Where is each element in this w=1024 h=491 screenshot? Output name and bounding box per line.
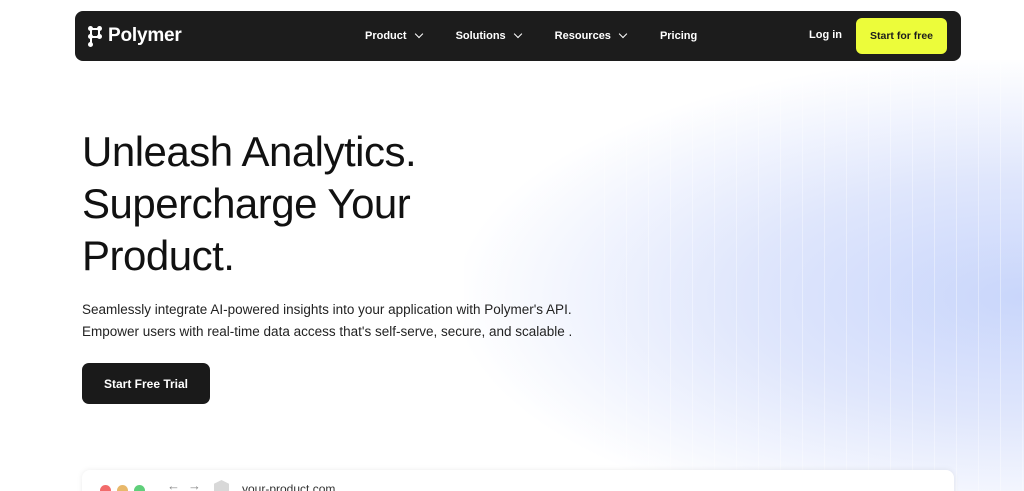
brand-logo[interactable]: Polymer [88,24,182,48]
polymer-logo-icon [88,24,104,48]
hero-title-line: Supercharge Your [82,180,411,227]
hero-subtitle-line: Seamlessly integrate AI-powered insights… [82,302,572,317]
nav-item-label: Resources [554,30,611,42]
nav-item-product[interactable]: Product [365,29,423,42]
nav-item-label: Pricing [659,30,698,42]
window-maximize-dot [134,485,145,491]
window-minimize-dot [117,485,128,491]
hero-title: Unleash Analytics. Supercharge Your Prod… [82,126,417,282]
browser-preview: ← → your-product.com [82,470,954,491]
nav-item-label: Solutions [455,30,506,42]
chevron-down-icon [513,29,522,39]
start-for-free-button[interactable]: Start for free [856,18,947,54]
address-bar-url[interactable]: your-product.com [242,482,335,491]
chevron-down-icon [618,29,628,39]
nav-item-pricing[interactable]: Pricing [660,30,697,42]
nav-item-solutions[interactable]: Solutions [455,29,522,42]
nav-item-label: Product [365,30,407,42]
start-free-trial-button[interactable]: Start Free Trial [82,363,210,404]
login-link[interactable]: Log in [809,29,842,41]
hero-background-stripes [604,60,1024,491]
hero-subtitle: Seamlessly integrate AI-powered insights… [82,299,572,343]
hero-title-line: Product. [82,232,235,279]
nav-links: Product Solutions Resources Pricing [365,11,731,61]
brand-name: Polymer [108,25,182,46]
nav-item-resources[interactable]: Resources [554,29,628,42]
forward-arrow-icon[interactable]: → [188,478,201,491]
top-navbar: Polymer Product Solutions Resources Pric… [75,11,961,61]
hero-subtitle-line: Empower users with real-time data access… [82,324,573,339]
hero-title-line: Unleash Analytics. [82,128,417,175]
window-close-dot [100,485,111,491]
chevron-down-icon [414,29,423,39]
back-arrow-icon[interactable]: ← [167,478,180,491]
site-shield-icon [214,480,229,491]
